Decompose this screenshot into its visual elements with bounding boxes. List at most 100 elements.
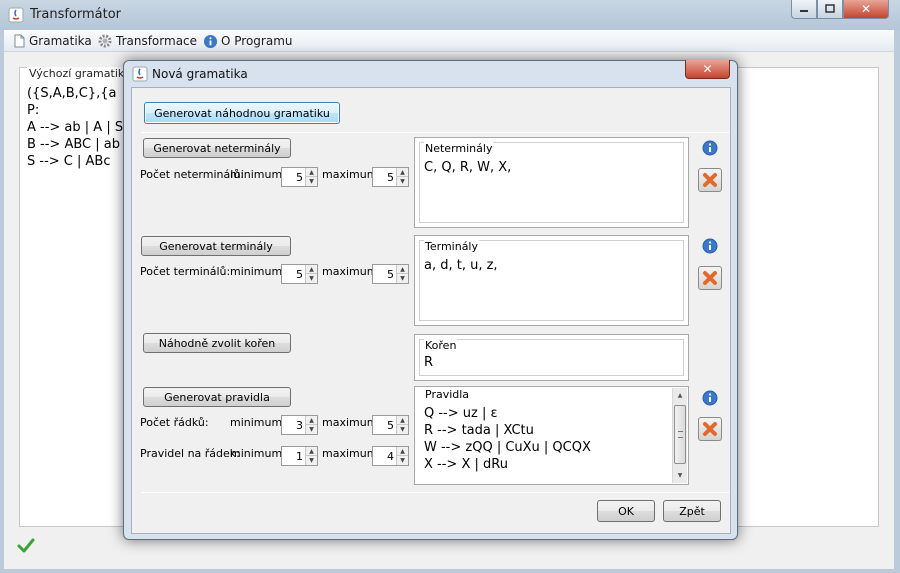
- grammar-line: P:: [27, 103, 40, 118]
- minimize-button[interactable]: [791, 0, 817, 19]
- menu-gramatika-label: Gramatika: [29, 34, 92, 48]
- rules-box: Pravidla Q --> uz | ε R --> tada | XCtu …: [414, 386, 689, 485]
- source-grammar-title: Výchozí gramatika: [27, 67, 133, 80]
- spinner-value: 5: [387, 419, 394, 432]
- spinner-up-arrow[interactable]: ▲: [306, 416, 317, 425]
- rule-line: R --> tada | XCtu: [424, 423, 534, 438]
- rules-per-row-max-spinner[interactable]: 4 ▲ ▼: [372, 446, 409, 466]
- spinner-down-arrow[interactable]: ▼: [397, 274, 408, 283]
- menu-o-programu[interactable]: O Programu: [203, 33, 293, 49]
- spinner-value: 1: [296, 450, 303, 463]
- spinner-value: 5: [387, 268, 394, 281]
- dialog-body: Generovat náhodnou gramatiku Generovat n…: [131, 87, 731, 534]
- menu-transformace[interactable]: Transformace: [97, 33, 197, 49]
- close-button[interactable]: ✕: [843, 0, 889, 19]
- close-icon: ✕: [860, 2, 872, 16]
- generate-random-grammar-button[interactable]: Generovat náhodnou gramatiku: [144, 102, 340, 124]
- nonterminals-max-spinner[interactable]: 5 ▲ ▼: [372, 167, 409, 187]
- spinner-down-arrow[interactable]: ▼: [306, 274, 317, 283]
- rule-line: Q --> uz | ε: [424, 406, 498, 421]
- generate-nonterminals-button[interactable]: Generovat neterminály: [143, 138, 291, 158]
- nonterminals-box-title: Neterminály: [424, 142, 494, 155]
- terminals-count-label: Počet terminálů:: [140, 265, 231, 278]
- info-icon[interactable]: [702, 140, 718, 156]
- root-text: R: [424, 355, 434, 370]
- new-grammar-dialog: Nová gramatika ✕ Generovat náhodnou gram…: [123, 60, 738, 540]
- ok-button[interactable]: OK: [597, 500, 655, 522]
- spinner-down-arrow[interactable]: ▼: [306, 456, 317, 465]
- spinner-up-arrow[interactable]: ▲: [397, 265, 408, 274]
- rules-per-row-min-label: minimum: [230, 447, 283, 460]
- rules-per-row-max-label: maximum: [322, 447, 378, 460]
- menu-transformace-label: Transformace: [116, 34, 198, 48]
- nonterminals-text: C, Q, R, W, X,: [424, 160, 512, 175]
- menu-bar: Gramatika Transformace O Programu: [4, 30, 894, 52]
- info-icon[interactable]: [702, 238, 718, 254]
- dialog-title: Nová gramatika: [152, 67, 248, 81]
- delete-nonterminals-button[interactable]: [698, 168, 722, 192]
- main-window-title: Transformátor: [30, 7, 122, 22]
- spinner-up-arrow[interactable]: ▲: [306, 168, 317, 177]
- terminals-min-spinner[interactable]: 5 ▲ ▼: [281, 264, 318, 284]
- spinner-up-arrow[interactable]: ▲: [306, 265, 317, 274]
- scroll-down-arrow[interactable]: ▼: [673, 468, 687, 483]
- spinner-down-arrow[interactable]: ▼: [397, 456, 408, 465]
- delete-terminals-button[interactable]: [698, 266, 722, 290]
- root-box-title: Kořen: [424, 339, 458, 352]
- grammar-line: ({S,A,B,C},{a: [27, 86, 117, 101]
- rules-box-title: Pravidla: [424, 388, 471, 401]
- checkmark-icon: [17, 538, 35, 553]
- back-button[interactable]: Zpět: [663, 500, 721, 522]
- info-icon: [203, 34, 218, 48]
- spinner-value: 5: [387, 171, 394, 184]
- delete-icon: [703, 422, 717, 436]
- rules-rows-min-label: minimum: [230, 416, 283, 429]
- rules-rows-label: Počet řádků:: [140, 416, 209, 429]
- spinner-value: 4: [387, 450, 394, 463]
- separator: [141, 492, 729, 493]
- dialog-close-button[interactable]: ✕: [685, 60, 730, 79]
- nonterminals-count-label: Počet neterminálů:: [140, 168, 244, 181]
- gear-icon: [98, 34, 112, 48]
- terminals-max-label: maximum: [322, 265, 378, 278]
- rule-line: W --> zQQ | CuXu | QCQX: [424, 440, 591, 455]
- scroll-up-arrow[interactable]: ▲: [673, 388, 687, 403]
- spinner-up-arrow[interactable]: ▲: [397, 416, 408, 425]
- spinner-up-arrow[interactable]: ▲: [306, 447, 317, 456]
- maximize-button[interactable]: [817, 0, 843, 19]
- java-app-icon: [8, 7, 24, 23]
- rules-rows-max-label: maximum: [322, 416, 378, 429]
- separator: [141, 132, 729, 133]
- generate-rules-button[interactable]: Generovat pravidla: [143, 387, 291, 407]
- spinner-down-arrow[interactable]: ▼: [397, 425, 408, 434]
- rules-scrollbar[interactable]: ▲ ▼: [672, 388, 687, 483]
- rules-rows-min-spinner[interactable]: 3 ▲ ▼: [281, 415, 318, 435]
- spinner-up-arrow[interactable]: ▲: [397, 447, 408, 456]
- spinner-up-arrow[interactable]: ▲: [397, 168, 408, 177]
- random-root-button[interactable]: Náhodně zvolit kořen: [143, 333, 291, 353]
- rules-rows-max-spinner[interactable]: 5 ▲ ▼: [372, 415, 409, 435]
- terminals-box-title: Terminály: [424, 240, 479, 253]
- rules-per-row-min-spinner[interactable]: 1 ▲ ▼: [281, 446, 318, 466]
- menu-gramatika[interactable]: Gramatika: [12, 33, 92, 49]
- java-app-icon: [132, 66, 148, 85]
- document-icon: [14, 34, 25, 48]
- nonterminals-box: Neterminály C, Q, R, W, X,: [414, 137, 689, 228]
- nonterminals-min-spinner[interactable]: 5 ▲ ▼: [281, 167, 318, 187]
- minimize-icon: [800, 10, 808, 12]
- root-box: Kořen R: [414, 334, 689, 381]
- close-icon: ✕: [702, 62, 713, 76]
- info-icon[interactable]: [702, 390, 718, 406]
- dialog-titlebar[interactable]: Nová gramatika ✕: [124, 60, 737, 87]
- spinner-down-arrow[interactable]: ▼: [306, 177, 317, 186]
- generate-terminals-button[interactable]: Generovat terminály: [141, 236, 291, 256]
- delete-rules-button[interactable]: [698, 417, 722, 441]
- spinner-down-arrow[interactable]: ▼: [397, 177, 408, 186]
- delete-icon: [703, 271, 717, 285]
- main-window-titlebar[interactable]: Transformátor ✕: [0, 0, 900, 30]
- scroll-thumb[interactable]: [674, 405, 686, 464]
- spinner-value: 3: [296, 419, 303, 432]
- spinner-down-arrow[interactable]: ▼: [306, 425, 317, 434]
- terminals-max-spinner[interactable]: 5 ▲ ▼: [372, 264, 409, 284]
- grammar-line: S --> C | ABc: [27, 154, 111, 169]
